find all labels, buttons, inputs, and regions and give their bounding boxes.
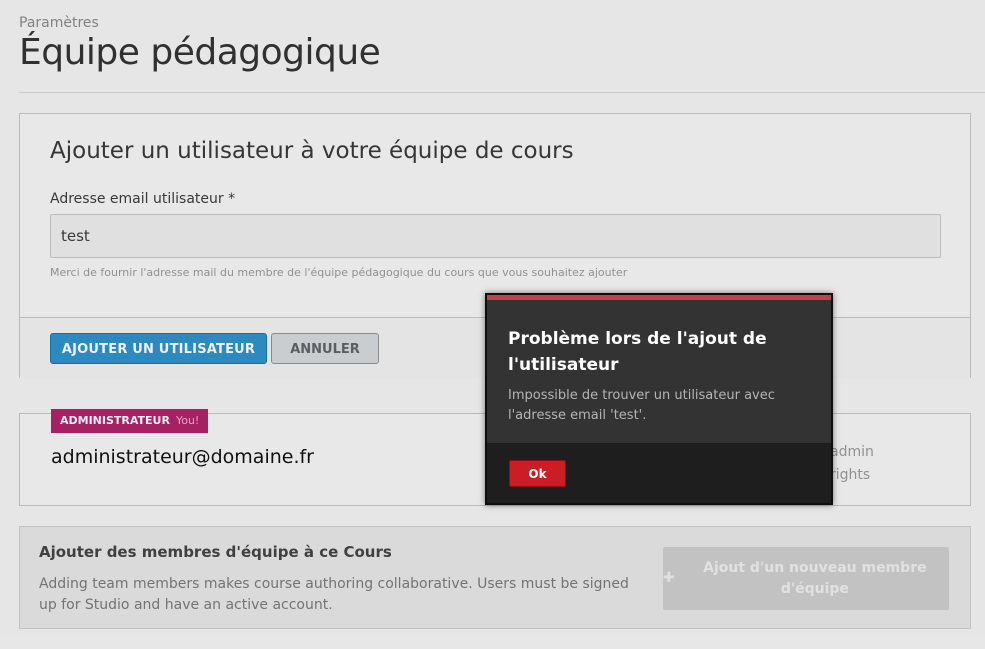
breadcrumb: Paramètres	[19, 15, 99, 31]
email-label: Adresse email utilisateur *	[50, 191, 236, 207]
new-member-button[interactable]: ✚ Ajout d'un nouveau membre d'équipe	[663, 547, 949, 610]
email-field[interactable]	[50, 214, 941, 258]
you-label: You!	[175, 414, 200, 427]
title-divider	[19, 92, 985, 93]
dialog-message: Impossible de trouver un utilisateur ave…	[508, 388, 775, 423]
cancel-button[interactable]: ANNULER	[271, 333, 379, 364]
admin-note-line2: rights	[830, 467, 871, 483]
page-title: Équipe pédagogique	[19, 32, 381, 73]
role-label: ADMINISTRATEUR	[60, 414, 170, 427]
team-info-title: Ajouter des membres d'équipe à ce Cours	[39, 543, 392, 561]
error-dialog: Problème lors de l'ajout de l'utilisateu…	[485, 293, 833, 505]
role-badge: ADMINISTRATEUR You!	[51, 409, 209, 433]
admin-rights-note: admin rights	[830, 441, 874, 487]
dialog-title: Problème lors de l'ajout de l'utilisateu…	[508, 329, 767, 375]
add-user-button[interactable]: AJOUTER UN UTILISATEUR	[50, 333, 267, 364]
team-info-text: Adding team members makes course authori…	[39, 576, 629, 613]
new-member-label: Ajout d'un nouveau membre d'équipe	[703, 559, 927, 597]
ok-button[interactable]: Ok	[509, 460, 566, 487]
plus-icon: ✚	[663, 570, 675, 586]
dialog-content: Problème lors de l'ajout de l'utilisateu…	[487, 295, 831, 443]
member-email: administrateur@domaine.fr	[51, 446, 314, 468]
admin-note-line1: admin	[830, 444, 874, 460]
email-help-text: Merci de fournir l'adresse mail du membr…	[50, 266, 628, 279]
team-info-panel: Ajouter des membres d'équipe à ce Cours …	[19, 526, 971, 629]
add-user-title: Ajouter un utilisateur à votre équipe de…	[50, 138, 574, 164]
